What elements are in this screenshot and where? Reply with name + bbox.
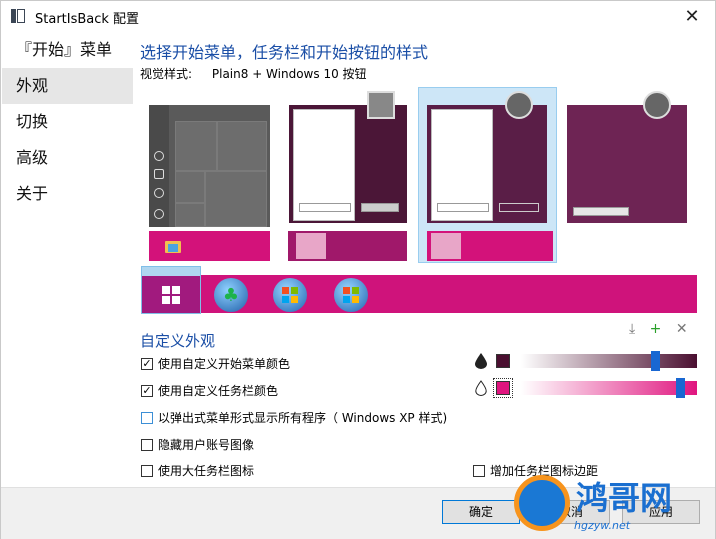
visual-style-label: 视觉样式:: [140, 67, 193, 81]
add-icon[interactable]: +: [650, 321, 662, 337]
folder-icon: [165, 241, 181, 253]
slider-thumb[interactable]: [651, 351, 660, 371]
option-xp-style-menu[interactable]: 以弹出式菜单形式显示所有程序（ Windows XP 样式): [141, 409, 447, 426]
gear-icon: [154, 188, 164, 198]
windows-flag-icon: [343, 287, 359, 303]
checkbox[interactable]: ✓: [141, 357, 153, 370]
download-icon[interactable]: ⤓: [629, 321, 635, 337]
search-box-preview: [437, 203, 489, 212]
taskbar-color-swatch[interactable]: [493, 378, 513, 398]
sidebar-item-start-menu[interactable]: 『开始』菜单: [2, 32, 133, 68]
option-label: 以弹出式菜单形式显示所有程序（ Windows XP 样式): [158, 411, 448, 425]
thumb-rail: [149, 105, 169, 227]
taskbar-color-slider[interactable]: [521, 378, 697, 398]
watermark-logo-icon: [514, 475, 570, 531]
style-toolbar: ⤓ + ✕: [629, 321, 698, 337]
clover-icon: ♣: [222, 284, 240, 306]
start-button-win10[interactable]: [141, 266, 201, 314]
option-label: 使用自定义任务栏颜色: [158, 384, 279, 398]
sidebar-item-switch[interactable]: 切换: [2, 104, 133, 140]
sidebar-item-about[interactable]: 关于: [2, 176, 133, 212]
style-thumb-plain8[interactable]: [427, 91, 547, 223]
folder-icon: [296, 233, 326, 259]
option-taskbar-color[interactable]: ✓ 使用自定义任务栏颜色: [141, 382, 278, 399]
checkbox[interactable]: ✓: [141, 384, 153, 397]
user-avatar-icon: [643, 91, 671, 119]
folder-icon: [431, 233, 461, 259]
remove-icon[interactable]: ✕: [676, 321, 688, 337]
config-window: StartIsBack 配置 ✕ 『开始』菜单 外观 切换 高级 关于 选择开始…: [0, 0, 716, 539]
ok-button[interactable]: 确定: [442, 500, 520, 524]
user-avatar-icon: [367, 91, 395, 119]
taskbar-preview-3[interactable]: [427, 231, 553, 261]
folder-icon: [154, 169, 164, 179]
watermark-brand: 鸿哥网: [576, 479, 673, 517]
taskbar-preview-2[interactable]: [288, 231, 407, 261]
style-thumb-dark[interactable]: [149, 105, 270, 227]
visual-style-row: 视觉样式: Plain8 + Windows 10 按钮: [140, 65, 367, 82]
user-avatar-icon: [505, 91, 533, 119]
option-label: 使用大任务栏图标: [158, 464, 255, 478]
app-icon: [11, 9, 25, 23]
custom-appearance-title: 自定义外观: [140, 332, 216, 350]
start-button-vista[interactable]: [334, 278, 368, 312]
search-box-preview: [573, 207, 629, 216]
tile: [205, 171, 267, 227]
start-button-win7[interactable]: [273, 278, 307, 312]
sidebar-item-appearance[interactable]: 外观: [2, 68, 133, 104]
watermark: 鸿哥网 hgzyw.net: [514, 471, 716, 539]
tile: [175, 121, 217, 171]
style-thumb-flat[interactable]: [567, 91, 687, 223]
search-box-preview: [299, 203, 351, 212]
shutdown-preview: [499, 203, 539, 212]
tile: [217, 121, 267, 171]
checkbox[interactable]: [141, 411, 153, 424]
checkbox[interactable]: [473, 464, 485, 477]
page-title: 选择开始菜单，任务栏和开始按钮的样式: [140, 43, 429, 62]
checkbox[interactable]: [141, 464, 153, 477]
tile: [175, 203, 205, 227]
start-menu-color-swatch[interactable]: [496, 354, 510, 368]
style-thumb-plain-square[interactable]: [289, 91, 407, 223]
windows-flag-icon: [282, 287, 298, 303]
shutdown-preview: [361, 203, 399, 212]
option-label: 使用自定义开始菜单颜色: [158, 357, 291, 371]
drop-outline-icon: [475, 380, 487, 400]
slider-thumb[interactable]: [676, 378, 685, 398]
start-menu-color-slider[interactable]: [521, 351, 697, 371]
visual-style-value: Plain8 + Windows 10 按钮: [211, 67, 367, 81]
start-button-clover[interactable]: ♣: [214, 278, 248, 312]
checkbox[interactable]: [141, 438, 153, 451]
power-icon: [154, 209, 164, 219]
title-bar: StartIsBack 配置 ✕: [1, 1, 715, 32]
option-start-menu-color[interactable]: ✓ 使用自定义开始菜单颜色: [141, 355, 290, 372]
sidebar: 『开始』菜单 外观 切换 高级 关于: [2, 32, 133, 212]
watermark-url: hgzyw.net: [574, 519, 631, 532]
tile: [175, 171, 205, 203]
windows-logo-icon: [142, 276, 200, 313]
user-icon: [154, 151, 164, 161]
window-title: StartIsBack 配置: [35, 12, 140, 27]
option-hide-avatar[interactable]: 隐藏用户账号图像: [141, 436, 254, 453]
close-button[interactable]: ✕: [669, 1, 715, 32]
taskbar-preview-1[interactable]: [149, 231, 270, 261]
sidebar-item-advanced[interactable]: 高级: [2, 140, 133, 176]
drop-filled-icon: [475, 353, 487, 373]
option-large-icons[interactable]: 使用大任务栏图标: [141, 462, 254, 479]
option-label: 隐藏用户账号图像: [158, 438, 255, 452]
